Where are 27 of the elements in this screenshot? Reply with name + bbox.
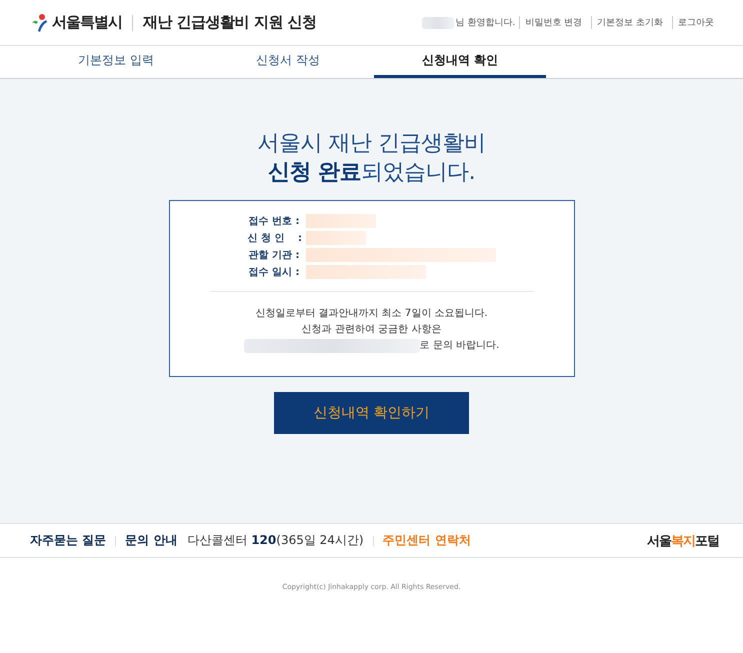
welcome-text: 님 환영합니다. [456, 17, 516, 29]
step-tab[interactable]: 기본정보 입력 [30, 46, 202, 78]
field-label: 접수 일시 : [248, 266, 300, 278]
redacted-name [422, 16, 454, 28]
field-label: 접수 번호 : [248, 214, 300, 228]
logo-text: 서울특별시 [52, 13, 122, 32]
redacted-value [306, 214, 376, 228]
heading-line: 신청 완료되었습니다. [268, 159, 476, 187]
header-link[interactable]: 기본정보 초기화 [591, 16, 668, 29]
call-center-text: 다산콜센터 120(365일 24시간) [187, 532, 364, 549]
logo-icon [30, 12, 50, 32]
page-title: 재난 긴급생활비 지원 신청 [143, 13, 317, 32]
notice-text: 신청일로부터 결과안내까지 최소 7일이 소요됩니다. [255, 307, 488, 321]
header-link[interactable]: 로그아웃 [672, 16, 719, 29]
heading-line: 서울시 재난 긴급생활비 [258, 130, 486, 158]
step-tab[interactable]: 신청서 작성 [202, 46, 374, 78]
header-link[interactable]: 비밀번호 변경 [519, 16, 588, 29]
notice-text: 신청과 관련하여 궁금한 사항은 [302, 323, 442, 337]
footer-link[interactable]: 자주묻는 질문 [30, 532, 106, 549]
redacted-value [306, 230, 366, 244]
portal-logo[interactable]: 서울복지포털 [647, 532, 719, 550]
notice-text: 로 문의 바랍니다. [420, 339, 500, 353]
city-logo[interactable]: 서울특별시 [30, 12, 122, 32]
field-label: 신 청 인 : [248, 232, 300, 244]
confirm-button[interactable]: 신청내역 확인하기 [274, 392, 469, 434]
field-label: 관할 기관 : [248, 248, 300, 262]
footer-link[interactable]: 문의 안내 [125, 532, 178, 549]
